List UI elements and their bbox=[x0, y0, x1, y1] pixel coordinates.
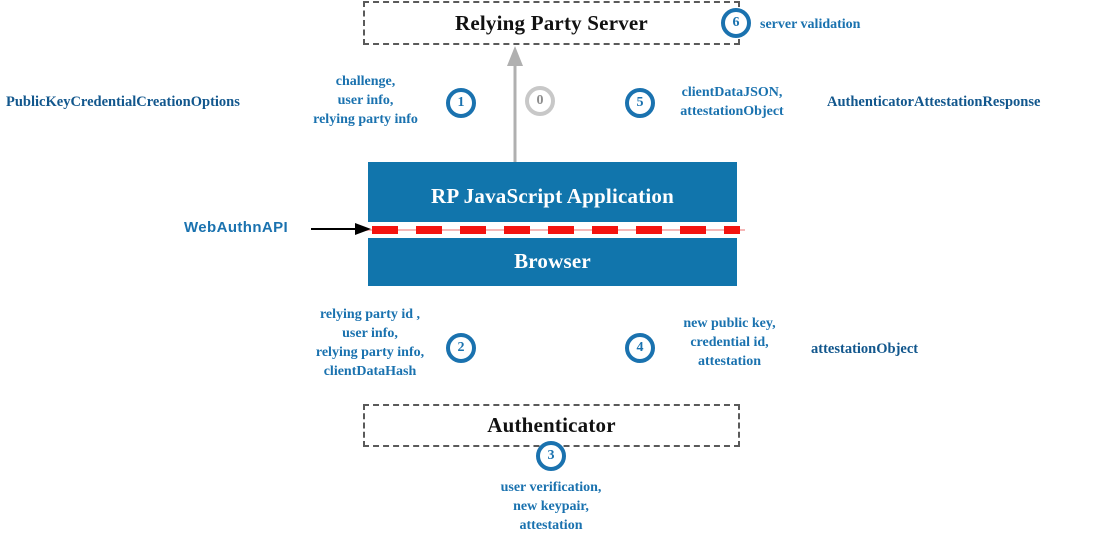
step-circle-4: 4 bbox=[625, 333, 655, 363]
browser-label: Browser bbox=[514, 249, 591, 273]
rp-javascript-application-label: RP JavaScript Application bbox=[430, 184, 675, 208]
webauthn-registration-diagram: Relying Party Server 6 server validation… bbox=[0, 0, 1118, 547]
step-circle-0: 0 bbox=[525, 86, 555, 116]
annotation-step5-payload: clientDataJSON, attestationObject bbox=[680, 85, 784, 119]
step-circle-3: 3 bbox=[536, 441, 566, 471]
authenticator-label: Authenticator bbox=[487, 413, 616, 437]
annotation-step2-payload: relying party id , user info, relying pa… bbox=[315, 307, 425, 379]
step-circle-2-number: 2 bbox=[457, 340, 465, 355]
step-circle-3-number: 3 bbox=[547, 448, 555, 463]
relying-party-server-label: Relying Party Server bbox=[455, 10, 648, 35]
webauthn-api-arrow-icon bbox=[311, 223, 371, 235]
step-circle-0-number: 0 bbox=[536, 93, 544, 108]
step-circle-2: 2 bbox=[446, 333, 476, 363]
api-boundary-dashes bbox=[372, 226, 740, 234]
webauthn-api-boundary bbox=[360, 222, 745, 238]
step-circle-5: 5 bbox=[625, 88, 655, 118]
step-circle-6: 6 bbox=[721, 8, 751, 38]
annotation-public-key-credential-creation-options: PublicKeyCredentialCreationOptions bbox=[6, 94, 240, 110]
node-relying-party-server: Relying Party Server bbox=[363, 1, 740, 45]
webauthn-api-label: WebAuthnAPI bbox=[184, 219, 289, 236]
step-circle-1-number: 1 bbox=[457, 95, 465, 110]
annotation-authenticator-attestation-response: AuthenticatorAttestationResponse bbox=[827, 94, 1041, 110]
step-circle-4-number: 4 bbox=[636, 340, 644, 355]
annotation-step3-payload: user verification, new keypair, attestat… bbox=[500, 480, 602, 533]
annotation-server-validation: server validation bbox=[760, 17, 861, 32]
annotation-step4-payload: new public key, credential id, attestati… bbox=[683, 316, 776, 369]
step-circle-5-number: 5 bbox=[636, 95, 644, 110]
step-circle-1: 1 bbox=[446, 88, 476, 118]
step-circle-6-number: 6 bbox=[732, 15, 740, 30]
arrow-browser-to-server-icon bbox=[507, 46, 523, 164]
annotation-attestation-object: attestationObject bbox=[811, 341, 919, 357]
annotation-step1-payload: challenge, user info, relying party info bbox=[313, 74, 418, 127]
